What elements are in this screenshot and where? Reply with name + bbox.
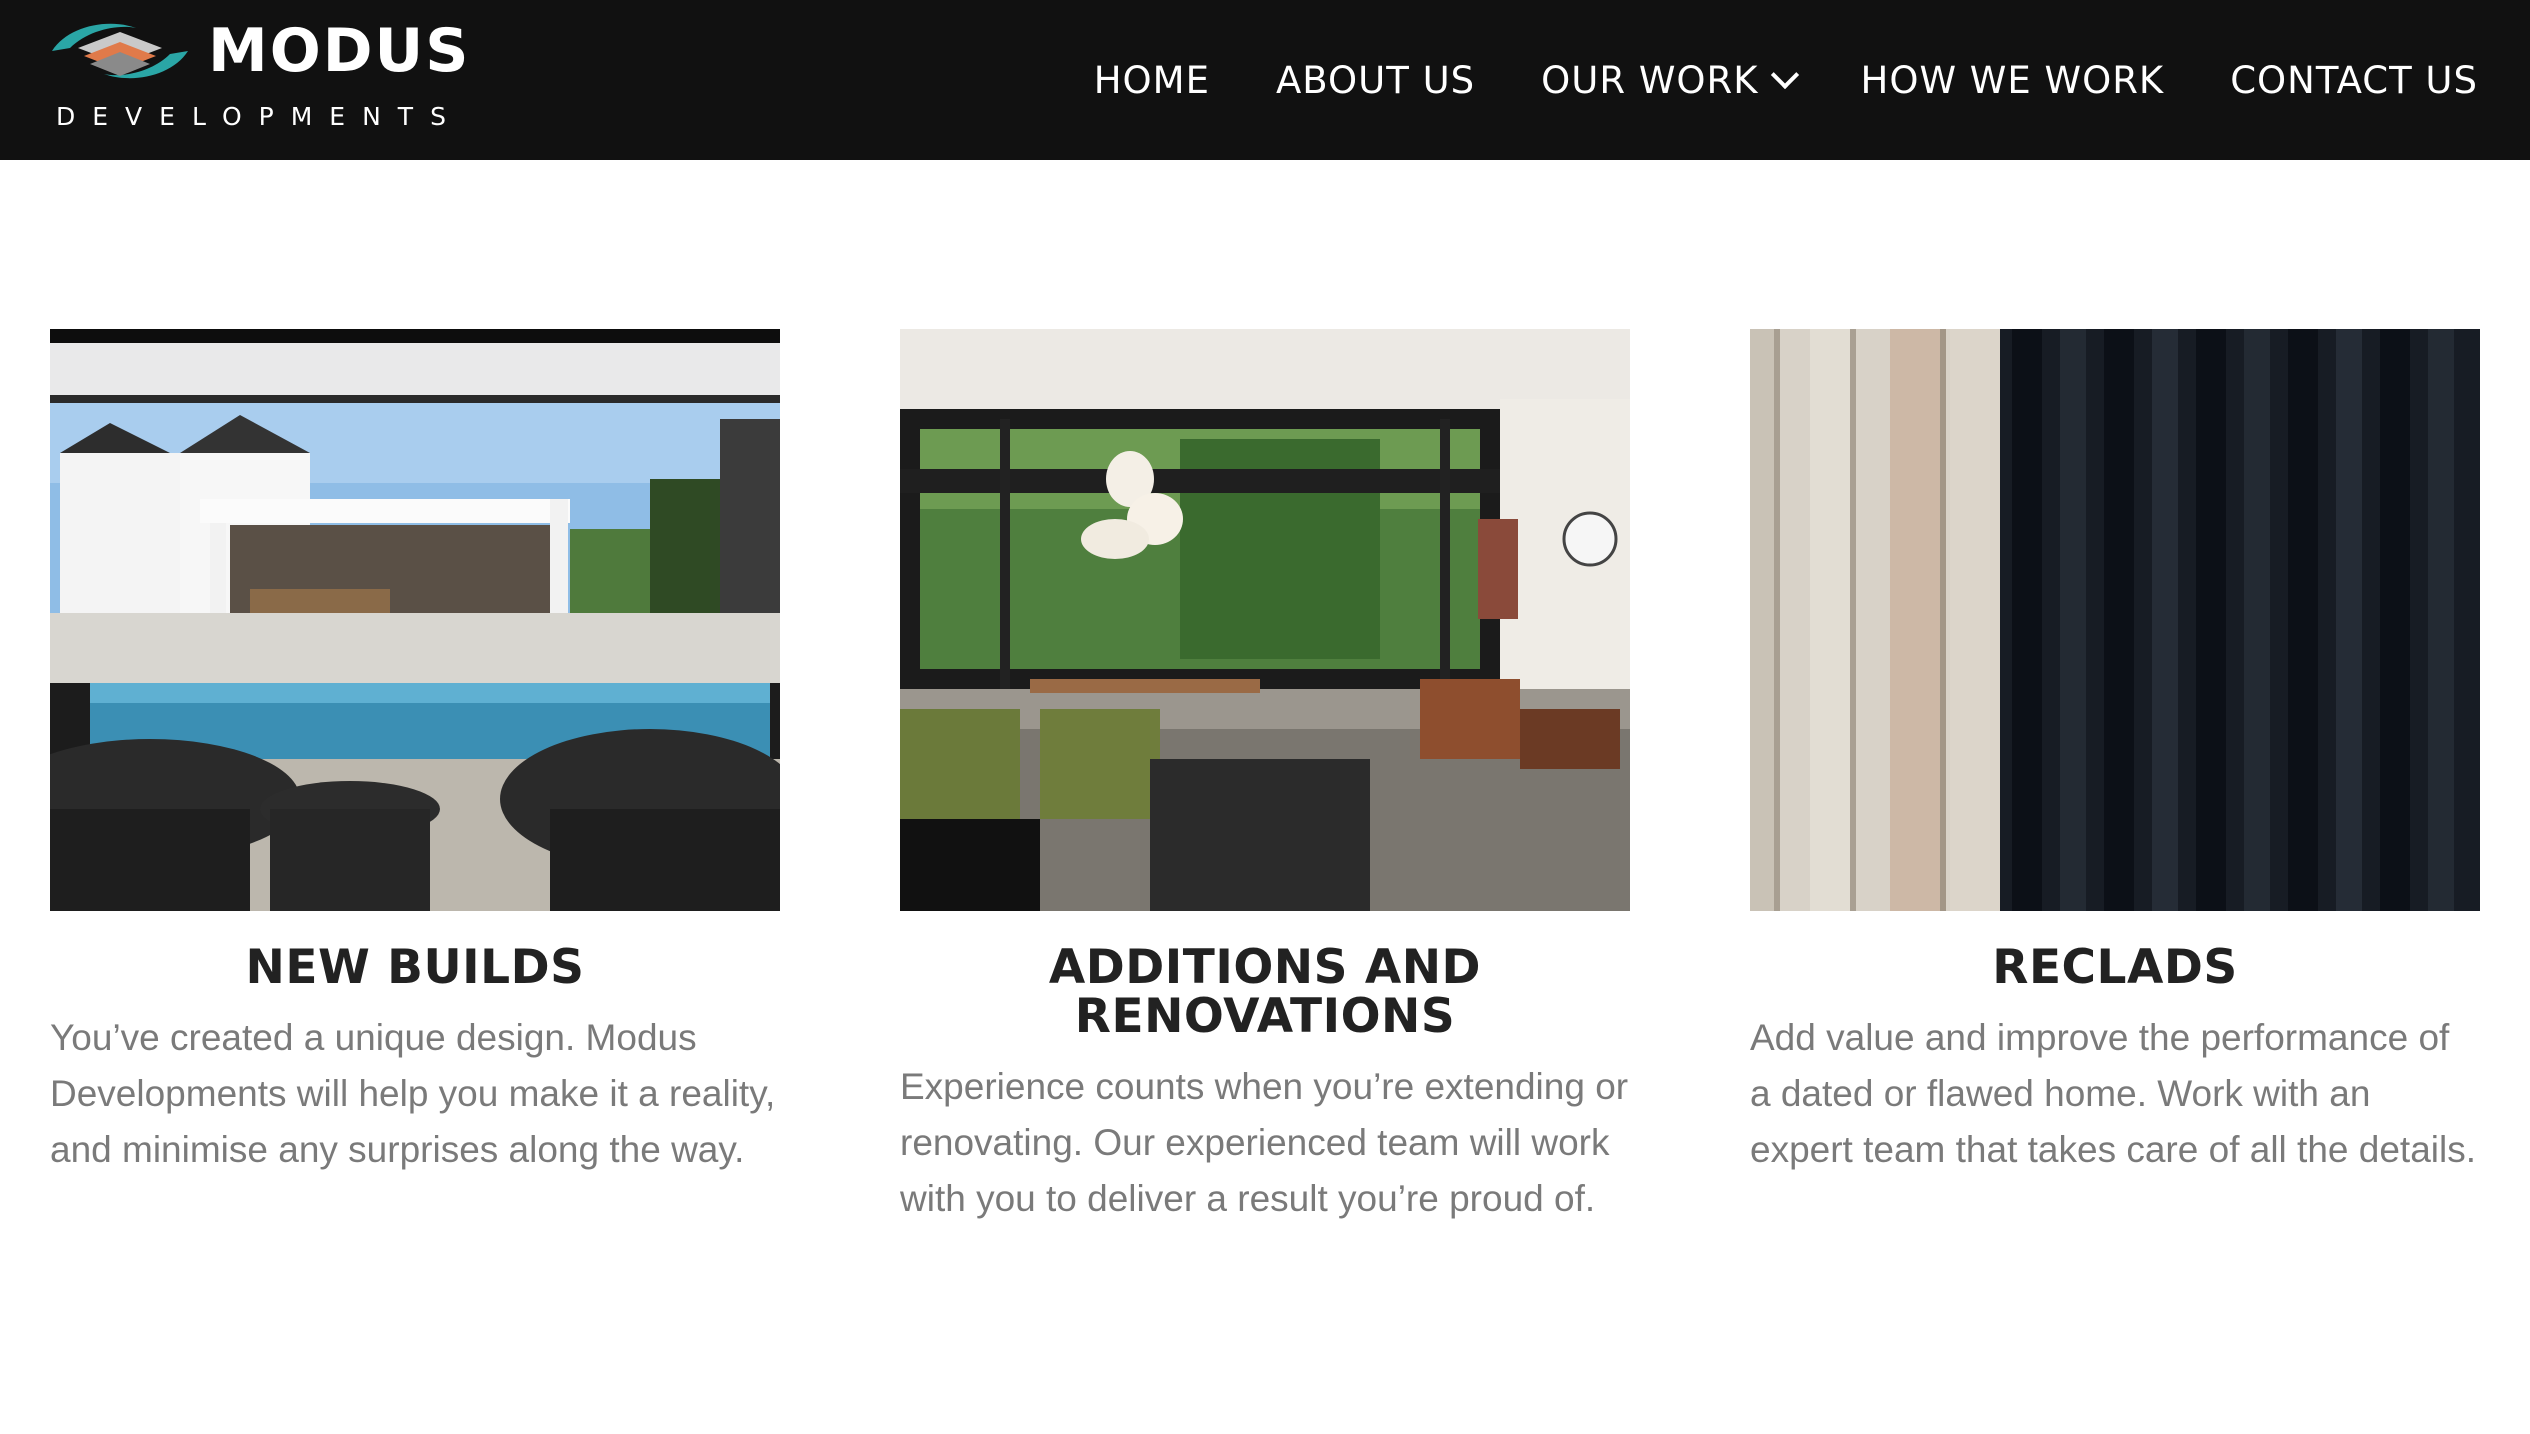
chevron-down-icon — [1770, 60, 1799, 90]
card-description: Experience counts when you’re extending … — [900, 1066, 1629, 1219]
main-nav: HOME ABOUT US OUR WORK HOW WE WORK CONTA… — [1094, 54, 2478, 106]
site-logo[interactable]: MODUS DEVELOPMENTS — [48, 16, 471, 138]
logo-subtitle: DEVELOPMENTS — [56, 102, 463, 131]
card-title: ADDITIONS AND RENOVATIONS — [1048, 940, 1482, 1044]
nav-about-us[interactable]: ABOUT US — [1276, 59, 1475, 102]
additions-renovations-image[interactable] — [900, 329, 1630, 911]
nav-home[interactable]: HOME — [1094, 59, 1210, 102]
stacked-layers-logo-icon — [52, 23, 188, 79]
reclads-image[interactable] — [1750, 329, 2480, 911]
logo-wordmark: MODUS — [208, 16, 471, 86]
card-reclads: RECLADS Add value and improve the perfor… — [1750, 329, 2480, 1178]
card-title: NEW BUILDS — [245, 940, 585, 995]
nav-contact-us[interactable]: CONTACT US — [2230, 59, 2478, 102]
new-builds-image[interactable] — [50, 329, 780, 911]
card-description: Add value and improve the performance of… — [1750, 1017, 2476, 1170]
card-new-builds: NEW BUILDS You’ve created a unique desig… — [50, 329, 780, 1178]
card-title: RECLADS — [1992, 940, 2238, 995]
site-header: MODUS DEVELOPMENTS HOME ABOUT US OUR WOR… — [0, 0, 2530, 160]
nav-how-we-work[interactable]: HOW WE WORK — [1861, 59, 2165, 102]
nav-our-work[interactable]: OUR WORK — [1541, 58, 1799, 102]
nav-our-work-label: OUR WORK — [1541, 58, 1759, 102]
card-description: You’ve created a unique design. Modus De… — [50, 1017, 776, 1170]
card-additions-renovations: ADDITIONS AND RENOVATIONS Experience cou… — [900, 329, 1630, 1227]
